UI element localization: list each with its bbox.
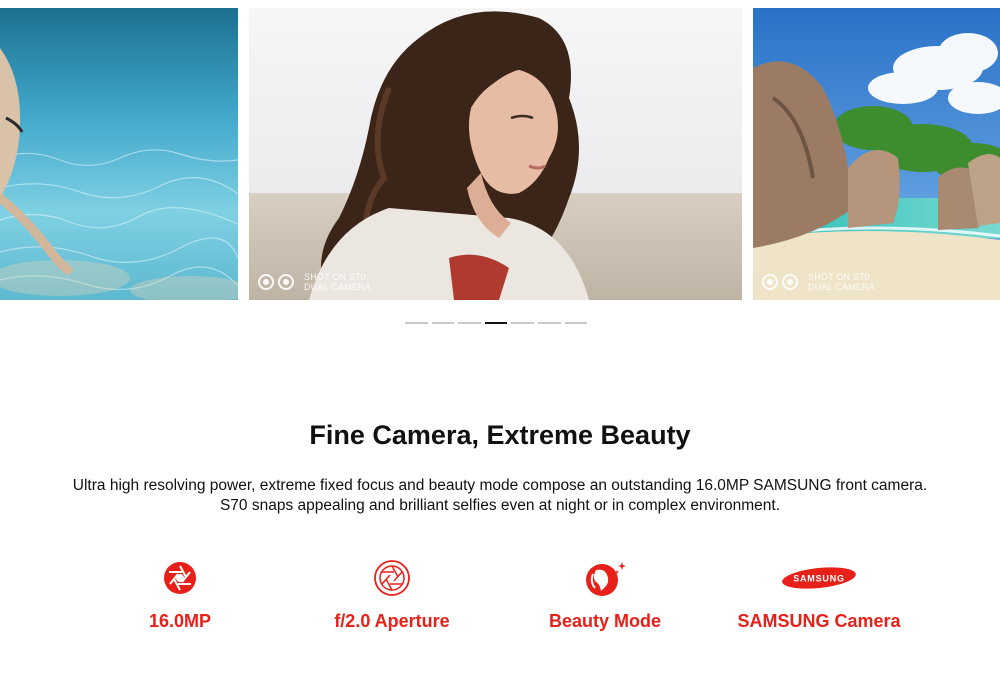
camera-lens-icon [278, 274, 294, 290]
feature-label: f/2.0 Aperture [334, 611, 450, 631]
slide-portrait[interactable]: SHOT ON S70 DUAL CAMERA [249, 8, 742, 300]
section-description: Ultra high resolving power, extreme fixe… [0, 476, 1000, 516]
carousel-dot[interactable] [537, 322, 561, 324]
watermark-line1: SHOT ON S70 [304, 272, 366, 282]
watermark-text: SHOT ON S70 DUAL CAMERA [304, 272, 371, 292]
feature-beauty-mode: Beauty Mode [495, 558, 715, 632]
underwater-photo [0, 8, 238, 300]
feature-label: Beauty Mode [548, 611, 662, 631]
feature-aperture: f/2.0 Aperture [282, 558, 502, 632]
section-title: Fine Camera, Extreme Beauty [309, 420, 691, 450]
carousel-pagination [405, 322, 588, 324]
feature-list: 16.0MP f/2.0 Aperture Beauty Mode SAMSUN… [0, 558, 1000, 648]
beach-photo [753, 8, 1000, 300]
carousel-dot[interactable] [484, 322, 508, 324]
description-line-1: Ultra high resolving power, extreme fixe… [72, 477, 928, 494]
aperture-outline-icon [374, 560, 410, 596]
slide-beach[interactable]: SHOT ON S70 DUAL CAMERA [753, 8, 1000, 300]
slide-underwater[interactable] [0, 8, 238, 300]
feature-label: 16.0MP [148, 611, 212, 631]
svg-text:SAMSUNG: SAMSUNG [793, 574, 845, 584]
samsung-logo-icon: SAMSUNG [782, 567, 856, 589]
feature-label: SAMSUNG Camera [737, 611, 901, 631]
carousel-dot[interactable] [405, 322, 428, 324]
camera-lens-icon [258, 274, 274, 290]
shot-on-watermark: SHOT ON S70 DUAL CAMERA [258, 272, 371, 292]
carousel-dot[interactable] [458, 322, 481, 324]
feature-samsung-camera: SAMSUNG SAMSUNG Camera [709, 558, 929, 632]
portrait-photo [249, 8, 742, 300]
shot-on-watermark: SHOT ON S70 DUAL CAMERA [762, 272, 875, 292]
carousel-dot[interactable] [431, 322, 455, 324]
carousel-dot[interactable] [511, 322, 534, 324]
watermark-line2: DUAL CAMERA [808, 282, 875, 292]
watermark-line1: SHOT ON S70 [808, 272, 870, 282]
camera-lens-icon [762, 274, 778, 290]
feature-16mp: 16.0MP [70, 558, 290, 632]
beauty-face-icon [586, 562, 626, 596]
description-line-2: S70 snaps appealing and brilliant selfie… [219, 497, 781, 514]
watermark-line2: DUAL CAMERA [304, 282, 371, 292]
carousel-dot[interactable] [564, 322, 588, 324]
aperture-icon [164, 562, 196, 594]
camera-lens-icon [782, 274, 798, 290]
photo-carousel[interactable]: SHOT ON S70 DUAL CAMERA SHOT ON S70 DUAL… [0, 0, 1000, 340]
watermark-text: SHOT ON S70 DUAL CAMERA [808, 272, 875, 292]
